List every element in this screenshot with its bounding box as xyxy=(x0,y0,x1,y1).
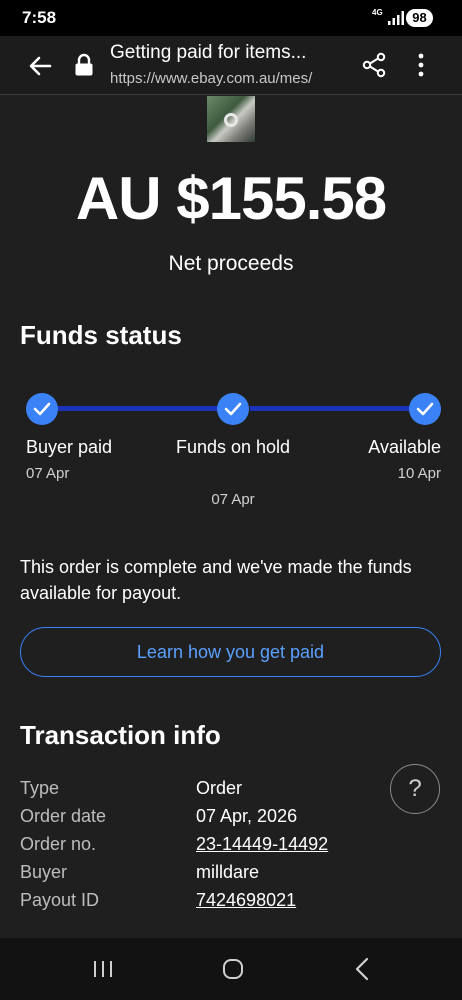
learn-how-you-get-paid-button[interactable]: Learn how you get paid xyxy=(20,627,441,677)
info-value: 07 Apr, 2026 xyxy=(196,806,298,826)
check-icon xyxy=(33,402,51,416)
info-key: Payout ID xyxy=(20,890,100,910)
step-check-available xyxy=(409,393,441,425)
info-row-buyer: Buyer milldare xyxy=(20,862,440,890)
transaction-info-title: Transaction info xyxy=(20,720,221,750)
signal-icon xyxy=(388,11,404,25)
page-title[interactable]: Getting paid for items... xyxy=(110,42,306,64)
browser-toolbar: Getting paid for items... https://www.eb… xyxy=(0,36,462,95)
info-row-order-date: Order date 07 Apr, 2026 xyxy=(20,806,440,834)
step-date-funds-on-hold: 07 Apr xyxy=(211,491,255,508)
check-icon xyxy=(416,402,434,416)
url-bar[interactable]: https://www.ebay.com.au/mes/ xyxy=(110,70,312,87)
info-key: Order date xyxy=(20,806,107,826)
step-date-buyer-paid: 07 Apr xyxy=(26,465,70,482)
share-icon[interactable] xyxy=(361,52,387,78)
info-row-type: Type Order xyxy=(20,778,440,806)
item-image-detail xyxy=(224,113,238,127)
help-button[interactable]: ? xyxy=(390,764,440,814)
step-check-buyer-paid xyxy=(26,393,58,425)
info-row-order-no: Order no. 23-14449-14492 xyxy=(20,834,440,862)
battery-indicator: 98 xyxy=(406,9,433,27)
recent-apps-icon[interactable] xyxy=(92,960,114,978)
step-label-buyer-paid: Buyer paid xyxy=(26,437,113,457)
order-complete-message: This order is complete and we've made th… xyxy=(20,557,412,603)
back-arrow-icon[interactable] xyxy=(26,52,54,80)
funds-status-title: Funds status xyxy=(20,320,182,350)
more-vert-icon[interactable] xyxy=(410,52,432,78)
item-thumbnail[interactable] xyxy=(207,96,255,142)
network-indicator: 4G xyxy=(372,8,383,17)
info-key: Order no. xyxy=(20,834,97,854)
home-icon[interactable] xyxy=(222,958,244,980)
step-check-funds-on-hold xyxy=(217,393,249,425)
status-bar: 7:58 4G 98 xyxy=(0,0,462,36)
net-proceeds-label: Net proceeds xyxy=(168,252,294,275)
info-value: milldare xyxy=(196,862,260,882)
nav-back-icon[interactable] xyxy=(354,957,370,981)
system-navigation-bar xyxy=(0,938,462,1000)
order-number-link[interactable]: 23-14449-14492 xyxy=(196,834,328,855)
status-time: 7:58 xyxy=(22,8,57,27)
step-label-available: Available xyxy=(368,437,441,457)
net-proceeds-amount: AU $155.58 xyxy=(75,165,387,232)
progress-line-2 xyxy=(250,406,412,411)
step-label-funds-on-hold: Funds on hold xyxy=(175,437,291,457)
check-icon xyxy=(224,402,242,416)
info-value: Order xyxy=(196,778,243,798)
payout-id-link[interactable]: 7424698021 xyxy=(196,890,296,911)
step-date-available: 10 Apr xyxy=(397,465,441,482)
progress-line-1 xyxy=(56,406,220,411)
info-key: Type xyxy=(20,778,60,798)
info-row-payout-id: Payout ID 7424698021 xyxy=(20,890,440,918)
info-key: Buyer xyxy=(20,862,68,882)
lock-icon[interactable] xyxy=(73,53,95,77)
